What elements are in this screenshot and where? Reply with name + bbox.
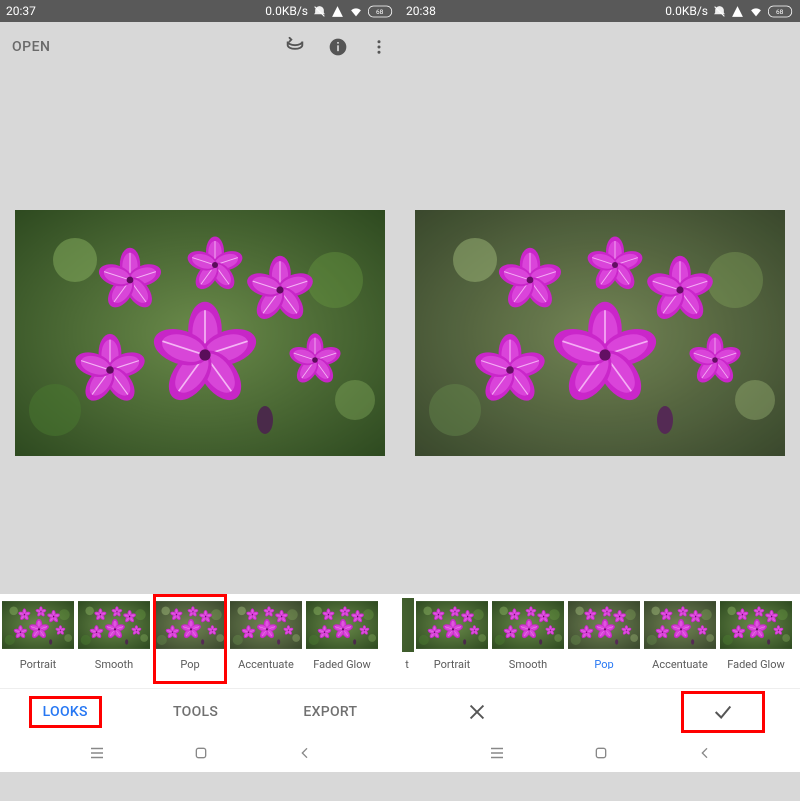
filter-thumb: [720, 598, 792, 652]
main-image-area[interactable]: [0, 72, 400, 594]
status-data-rate: 0.0KB/s: [665, 4, 708, 18]
filter-label: Accentuate: [642, 658, 718, 671]
filter-faded-glow[interactable]: Faded Glow: [718, 598, 794, 671]
filter-portrait[interactable]: Portrait: [0, 598, 76, 671]
status-data-rate: 0.0KB/s: [265, 4, 308, 18]
filter-smooth[interactable]: Smooth: [76, 598, 152, 671]
filter-accentuate[interactable]: Accentuate: [642, 598, 718, 671]
filter-label: Accentuate: [228, 658, 304, 671]
filter-portrait[interactable]: Portrait: [414, 598, 490, 671]
filter-thumb: [306, 598, 378, 652]
battery-icon: 68: [368, 5, 394, 18]
tab-looks[interactable]: LOOKS: [35, 700, 96, 724]
nav-home-icon[interactable]: [193, 745, 209, 761]
filter-thumb: [230, 598, 302, 652]
status-time: 20:38: [406, 4, 436, 18]
more-vert-icon[interactable]: [370, 37, 388, 57]
open-button[interactable]: OPEN: [12, 39, 50, 55]
svg-text:68: 68: [776, 8, 784, 16]
filter-pop[interactable]: Pop: [566, 598, 642, 671]
wifi-icon: [749, 5, 763, 18]
filter-thumb: [568, 598, 640, 652]
filter-label: Faded Glow: [718, 658, 794, 671]
toolbar-spacer: [400, 22, 800, 72]
wifi-icon: [349, 5, 363, 18]
filter-label: Smooth: [490, 658, 566, 671]
filter-label: Portrait: [414, 658, 490, 671]
filter-faded-glow[interactable]: Faded Glow: [304, 598, 380, 671]
filter-thumb: [78, 598, 150, 652]
signal-icon: [331, 5, 344, 18]
tab-tools[interactable]: TOOLS: [165, 700, 226, 724]
app-toolbar: OPEN: [0, 22, 400, 72]
nav-home-icon[interactable]: [593, 745, 609, 761]
filter-label: Pop: [152, 658, 228, 671]
filter-thumb: [644, 598, 716, 652]
filter-thumb: [154, 598, 226, 652]
system-nav-bar: [0, 734, 400, 772]
filter-strip[interactable]: t Portrait Smooth Pop Accentuate Faded G…: [400, 594, 800, 688]
filter-label: Pop: [566, 658, 642, 671]
filter-label: t: [400, 658, 414, 671]
dnd-icon: [713, 5, 726, 18]
filter-thumb: [2, 598, 74, 652]
layers-icon[interactable]: [284, 36, 306, 58]
filter-label: Portrait: [0, 658, 76, 671]
filter-accentuate[interactable]: Accentuate: [228, 598, 304, 671]
status-bar: 20:38 0.0KB/s 68: [400, 0, 800, 22]
dnd-icon: [313, 5, 326, 18]
nav-back-icon[interactable]: [297, 745, 313, 761]
nav-back-icon[interactable]: [697, 745, 713, 761]
close-icon: [466, 701, 488, 723]
cancel-button[interactable]: [417, 695, 537, 729]
filter-thumb: [492, 598, 564, 652]
svg-text:68: 68: [376, 8, 384, 16]
signal-icon: [731, 5, 744, 18]
main-image-area[interactable]: [400, 72, 800, 594]
filter-partial[interactable]: t: [400, 598, 414, 671]
bottom-actions: [400, 688, 800, 734]
filter-strip[interactable]: Portrait Smooth Pop Accentuate Faded Glo…: [0, 594, 400, 688]
screenshot-left: 20:37 0.0KB/s 68 OPEN Portrait: [0, 0, 400, 801]
filter-label: Smooth: [76, 658, 152, 671]
filter-thumb: [402, 598, 414, 652]
filter-smooth[interactable]: Smooth: [490, 598, 566, 671]
system-nav-bar: [400, 734, 800, 772]
screenshot-right: 20:38 0.0KB/s 68 t Portrait: [400, 0, 800, 801]
bottom-tabs: LOOKS TOOLS EXPORT: [0, 688, 400, 734]
filter-label: Faded Glow: [304, 658, 380, 671]
status-time: 20:37: [6, 4, 36, 18]
tab-export[interactable]: EXPORT: [295, 700, 365, 724]
status-bar: 20:37 0.0KB/s 68: [0, 0, 400, 22]
confirm-button[interactable]: [663, 695, 783, 729]
check-icon: [711, 701, 735, 723]
main-photo: [415, 210, 785, 456]
filter-thumb: [416, 598, 488, 652]
filter-pop[interactable]: Pop: [152, 598, 228, 671]
info-icon[interactable]: [328, 37, 348, 57]
nav-recent-icon[interactable]: [488, 744, 506, 762]
main-photo: [15, 210, 385, 456]
nav-recent-icon[interactable]: [88, 744, 106, 762]
battery-icon: 68: [768, 5, 794, 18]
